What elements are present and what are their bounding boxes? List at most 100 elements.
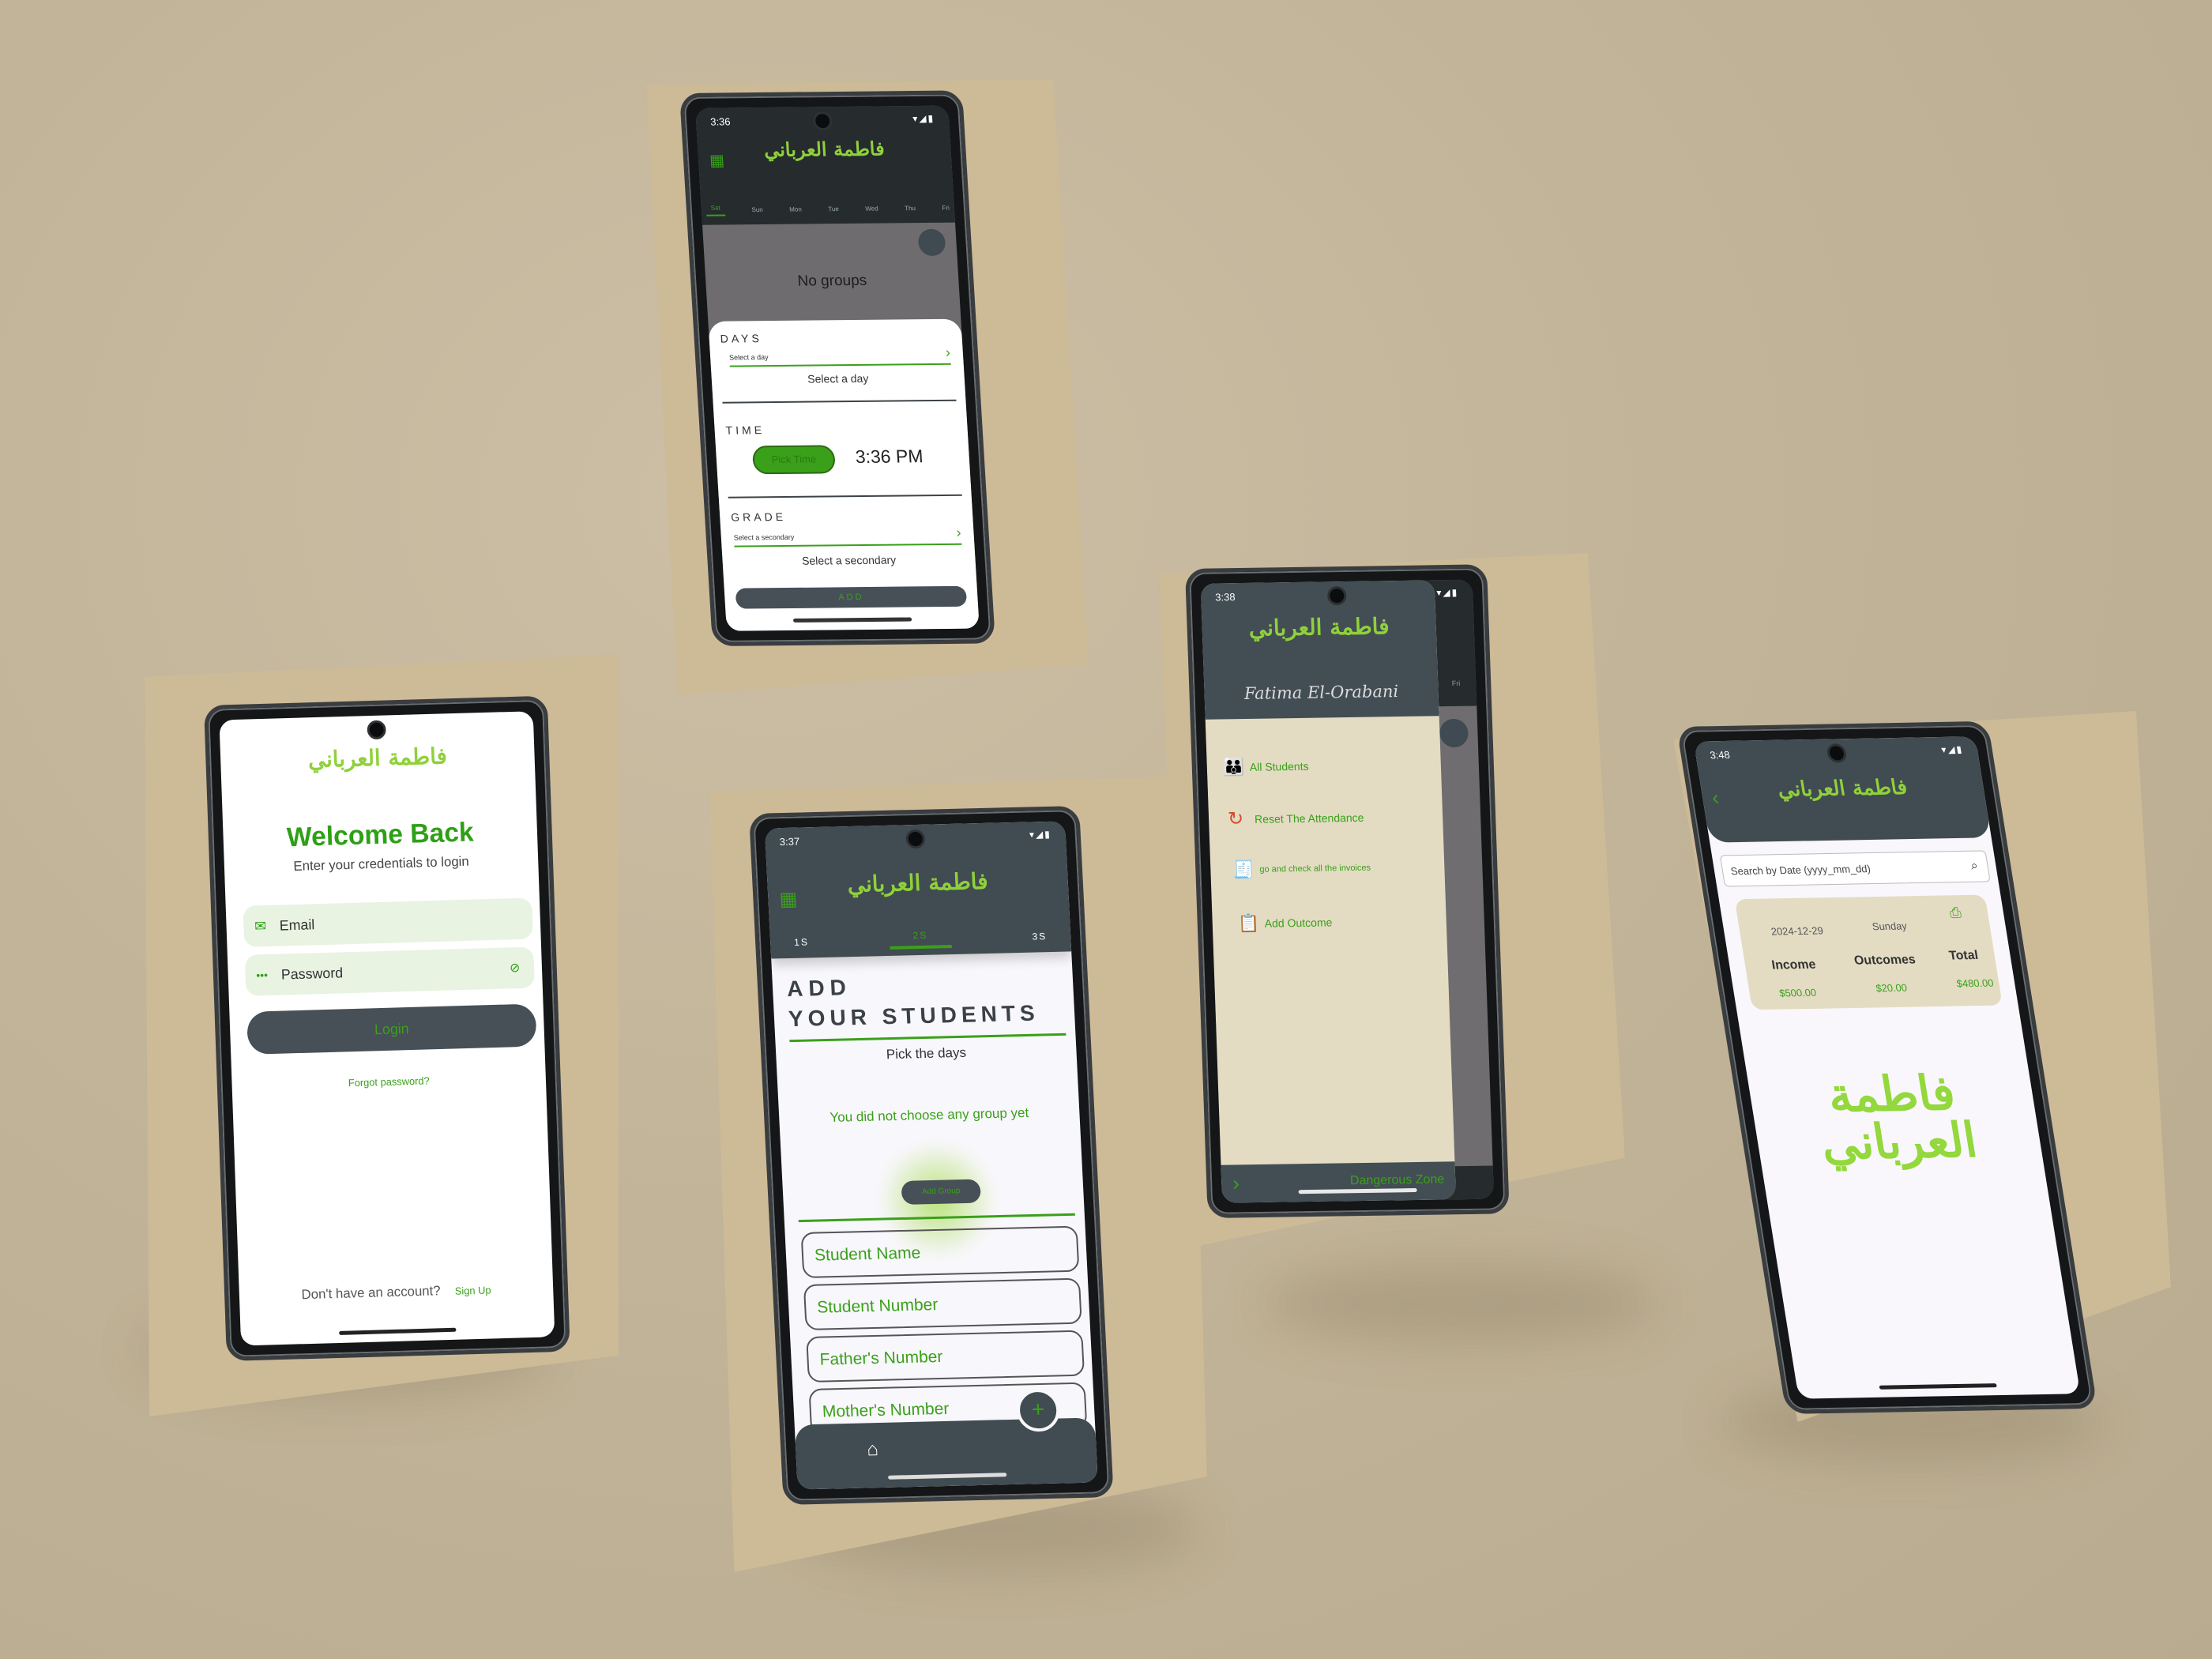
chevron-right-icon: ›	[955, 524, 962, 540]
signup-link[interactable]: Sign Up	[455, 1284, 491, 1296]
login-button[interactable]: Login	[246, 1003, 537, 1055]
password-dots-icon: •••	[256, 969, 269, 982]
time-label: TIME	[725, 423, 766, 437]
father-number-field[interactable]: Father's Number	[806, 1330, 1085, 1383]
fab-button[interactable]	[917, 228, 946, 257]
days-value: Select a day	[807, 371, 869, 386]
home-icon[interactable]: ⌂	[867, 1439, 879, 1461]
tab-fri[interactable]: Fri	[942, 204, 950, 211]
income-label: Income	[1770, 957, 1817, 972]
eye-off-icon[interactable]: ⊘	[510, 960, 521, 976]
forgot-password-link[interactable]: Forgot password?	[231, 1071, 546, 1092]
divider	[722, 399, 957, 404]
phone-schedule: 3:36 ▾◢▮ ▦ فاطمة العرباني Sat Sun Mon Tu…	[679, 90, 995, 647]
student-number-field[interactable]: Student Number	[803, 1277, 1082, 1331]
home-indicator	[1879, 1383, 1997, 1390]
drawer-item-label: Add Outcome	[1264, 916, 1333, 930]
brand-logo: فاطمة العرباني	[1248, 613, 1390, 641]
page-subtitle: Enter your credentials to login	[293, 853, 470, 874]
bottom-nav: ⌂	[794, 1417, 1098, 1490]
pick-time-button[interactable]: Pick Time	[751, 445, 836, 475]
heading-underline	[789, 1033, 1066, 1043]
signal-battery-icon: ▾◢▮	[1029, 828, 1052, 841]
page-title: Welcome Back	[286, 817, 475, 853]
signal-battery-icon: ▾◢▮	[1940, 743, 1965, 756]
tab-2s[interactable]: 2S	[889, 929, 953, 950]
no-account-text: Don't have an account?	[301, 1283, 441, 1303]
grade-label: GRADE	[730, 510, 787, 524]
status-time: 3:38	[1215, 591, 1236, 604]
student-name-field[interactable]: Student Name	[800, 1225, 1080, 1279]
password-placeholder: Password	[280, 964, 344, 983]
mother-number-placeholder: Mother's Number	[822, 1399, 950, 1421]
father-number-placeholder: Father's Number	[819, 1347, 943, 1369]
students-screen: 3:37 ▾◢▮ ▦ فاطمة العرباني 1S 2S 3S ADD Y…	[764, 821, 1098, 1490]
signup-row: Don't have an account? Sign Up	[239, 1280, 554, 1304]
large-brand-logo: فاطمة العرباني	[1816, 1065, 1981, 1172]
empty-state: No groups	[796, 272, 867, 290]
card-day: Sunday	[1871, 920, 1908, 933]
drawer-item-add-outcome[interactable]: 📋 Add Outcome	[1237, 912, 1333, 934]
heading-add: ADD	[786, 975, 852, 1002]
phone-login: فاطمة العرباني Welcome Back Enter your c…	[204, 695, 570, 1361]
camera-icon	[812, 111, 833, 131]
heading-your-students: YOUR STUDENTS	[788, 1000, 1040, 1032]
days-label: DAYS	[720, 332, 763, 345]
drawer-item-label: Reset The Attendance	[1254, 811, 1364, 826]
bottom-sheet: DAYS Select a day › Select a day TIME Pi…	[708, 318, 980, 631]
clipboard-icon: 📋	[1237, 912, 1260, 934]
time-value: 3:36 PM	[854, 446, 924, 468]
days-hint: Select a day	[728, 353, 769, 362]
tab-wed[interactable]: Wed	[865, 205, 878, 212]
income-value: $500.00	[1778, 986, 1818, 999]
tab-thu[interactable]: Thu	[905, 205, 916, 212]
email-field[interactable]: ✉ Email	[243, 897, 533, 947]
tab-tue[interactable]: Tue	[828, 205, 839, 213]
chevron-right-icon: ›	[945, 344, 951, 360]
drawer-item-invoices[interactable]: 🧾 go and check all the invoices	[1232, 858, 1371, 881]
drawer-item-label: go and check all the invoices	[1259, 863, 1371, 875]
status-time: 3:37	[779, 835, 800, 848]
grade-value: Select a secondary	[801, 553, 897, 567]
outcomes-value: $20.00	[1875, 981, 1909, 995]
search-icon[interactable]: ⌕	[1969, 860, 1979, 874]
people-icon: 👪	[1222, 757, 1245, 777]
add-button[interactable]: ADD	[735, 585, 968, 609]
nav-drawer: فاطمة العرباني Fatima El-Orabani 👪 All S…	[1200, 580, 1457, 1203]
drawer-item-reset-attendance[interactable]: ↻ Reset The Attendance	[1228, 806, 1364, 831]
danger-zone-label: Dangerous Zone	[1349, 1172, 1445, 1188]
brand-logo: فاطمة العرباني	[763, 137, 886, 161]
drawer-item-all-students[interactable]: 👪 All Students	[1222, 756, 1309, 778]
signal-battery-icon: ▾◢▮	[912, 112, 935, 125]
divider	[728, 494, 962, 498]
pick-days-text: Pick the days	[886, 1044, 967, 1063]
danger-zone-bar[interactable]: › Dangerous Zone	[1221, 1161, 1457, 1203]
grade-hint: Select a secondary	[733, 532, 795, 542]
student-name-placeholder: Student Name	[814, 1243, 921, 1265]
outcomes-label: Outcomes	[1853, 953, 1917, 968]
card-date: 2024-12-29	[1770, 924, 1824, 938]
tab-3s[interactable]: 3S	[1032, 931, 1047, 942]
tab-1s[interactable]: 1S	[794, 936, 809, 947]
brand-logo: فاطمة العرباني	[307, 743, 448, 773]
tab-sun[interactable]: Sun	[751, 206, 763, 213]
add-group-button[interactable]: Add Group	[901, 1179, 981, 1205]
phone-students: 3:37 ▾◢▮ ▦ فاطمة العرباني 1S 2S 3S ADD Y…	[749, 805, 1114, 1505]
days-selector[interactable]: Select a day ›	[728, 344, 951, 367]
drawer-item-label: All Students	[1249, 759, 1309, 773]
status-time: 3:36	[709, 115, 731, 128]
phone-drawer: Fri فاطمة العرباني Fatima El-Orabani 👪 A…	[1185, 564, 1510, 1218]
date-search-input[interactable]: Search by Date (yyyy_mm_dd) ⌕	[1719, 850, 1991, 887]
tab-mon[interactable]: Mon	[789, 205, 802, 213]
print-icon[interactable]: ⎙	[1948, 905, 1962, 921]
search-placeholder: Search by Date (yyyy_mm_dd)	[1729, 862, 1872, 877]
background-fab	[1439, 718, 1469, 748]
password-field[interactable]: ••• Password ⊘	[244, 946, 535, 996]
grade-selector[interactable]: Select a secondary ›	[733, 524, 962, 547]
invoice-icon: 🧾	[1232, 859, 1255, 880]
day-tabs: Sat Sun Mon Tue Wed Thu Fri	[705, 199, 950, 219]
student-number-placeholder: Student Number	[816, 1296, 939, 1317]
background-tab-fri: Fri	[1451, 679, 1461, 688]
tab-sat[interactable]: Sat	[705, 204, 726, 216]
schedule-screen: 3:36 ▾◢▮ ▦ فاطمة العرباني Sat Sun Mon Tu…	[695, 105, 980, 631]
